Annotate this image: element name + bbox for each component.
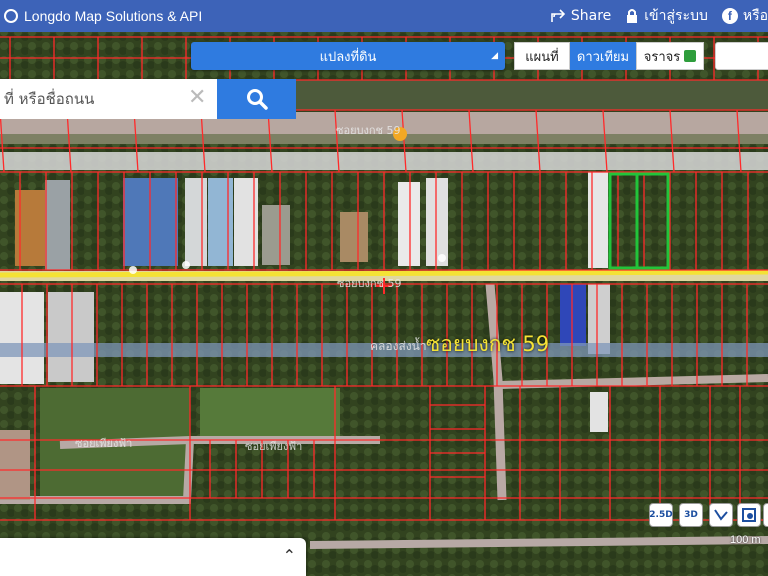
lock-icon	[627, 9, 638, 23]
scale-label: 100 m	[730, 534, 761, 546]
layer-select-value: แปลงที่ดิน	[319, 49, 377, 65]
view-3d-button[interactable]: 3D	[679, 503, 703, 527]
share-label: Share	[570, 8, 612, 24]
layer-select[interactable]: แปลงที่ดิน ◢	[191, 42, 505, 70]
measure-icon	[742, 508, 756, 522]
building-blue	[560, 284, 586, 346]
map-type-traffic[interactable]: จราจร	[636, 42, 704, 70]
login-button[interactable]: เข้าสู่ระบบ	[625, 5, 708, 27]
or-label: หรือ	[742, 8, 768, 24]
traffic-icon	[684, 50, 697, 62]
view-25d-button[interactable]: 2.5D	[649, 503, 673, 527]
road-label-main-small: ซอยบงกช 59	[337, 277, 402, 290]
bottom-panel[interactable]: ⌃	[0, 538, 306, 576]
ruler-icon	[714, 509, 728, 521]
grid-button[interactable]	[763, 503, 768, 527]
search-button[interactable]	[217, 79, 296, 119]
measure-button[interactable]	[737, 503, 761, 527]
chevron-down-icon: ◢	[491, 51, 498, 61]
toolbar-box[interactable]	[715, 42, 768, 70]
map-type-satellite[interactable]: ดาวเทียม	[570, 42, 636, 70]
road-label-left: ซอยเพียงฟ้า	[75, 437, 133, 450]
close-icon[interactable]: ✕	[188, 85, 206, 111]
road-label-top: ซอยบงกช 59	[336, 124, 401, 137]
road-label-canal: คลองส่งน้ำ	[370, 339, 427, 353]
search-input[interactable]	[0, 79, 217, 119]
share-icon	[551, 9, 565, 22]
chevron-up-icon[interactable]: ⌃	[283, 546, 296, 565]
brand[interactable]: Longdo Map Solutions & API	[0, 0, 202, 32]
search-icon	[246, 89, 268, 110]
brand-title: Longdo Map Solutions & API	[24, 8, 203, 24]
facebook-login[interactable]: f หรือ	[721, 5, 768, 27]
header-actions: Share เข้าสู่ระบบ f หรือ	[550, 0, 768, 32]
top-header: Longdo Map Solutions & API Share เข้าสู่…	[0, 0, 768, 32]
ruler-button[interactable]	[709, 503, 733, 527]
globe-icon	[4, 9, 18, 23]
search-bar: ✕	[0, 79, 296, 119]
map-type-map[interactable]: แผนที่	[514, 42, 570, 70]
login-label: เข้าสู่ระบบ	[644, 8, 708, 24]
share-button[interactable]: Share	[550, 8, 611, 24]
map-type-switcher: แผนที่ ดาวเทียม จราจร	[514, 42, 704, 70]
facebook-icon: f	[721, 8, 738, 24]
road-label-mid: ซอยเพียงฟ้า	[245, 440, 303, 453]
road-label-main: ซอยบงกช 59	[426, 332, 550, 356]
